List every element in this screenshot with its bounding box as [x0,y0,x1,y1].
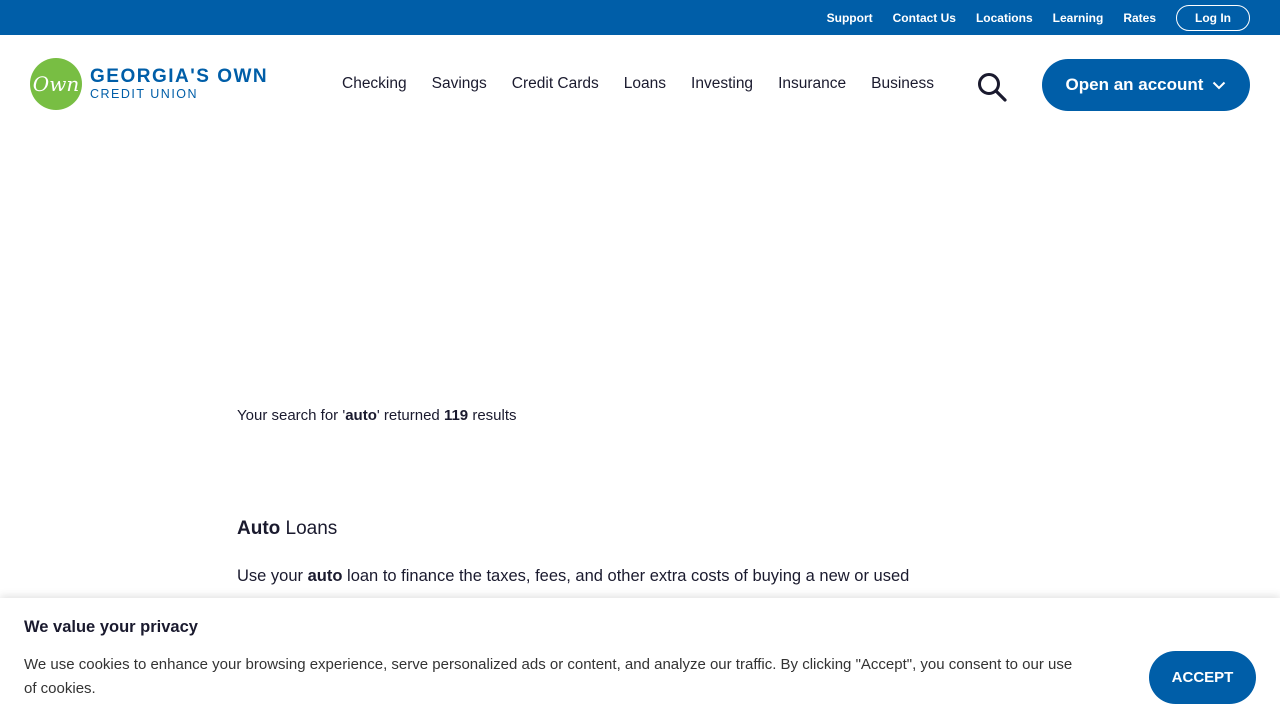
result-desc-highlight: auto [307,567,343,585]
utility-links: Support Contact Us Locations Learning Ra… [827,0,1280,35]
result-title-highlight: Auto [237,518,281,539]
summary-suffix: results [468,407,517,424]
cookie-banner-title: We value your privacy [24,618,198,636]
open-account-button[interactable]: Open an account [1042,59,1250,111]
main-header: Own GEORGIA'S OWN CREDIT UNION Checking … [0,35,1280,135]
main-nav: Checking Savings Credit Cards Loans Inve… [330,75,959,93]
result-desc-text: loan to finance the taxes, fees, and oth… [342,567,910,585]
utility-link-support[interactable]: Support [827,11,873,25]
utility-link-contact-us[interactable]: Contact Us [893,11,956,25]
nav-item-savings[interactable]: Savings [432,75,487,93]
logo[interactable]: Own GEORGIA'S OWN CREDIT UNION [30,58,268,110]
logo-mark: Own [30,58,82,110]
nav-item-credit-cards[interactable]: Credit Cards [512,75,599,93]
nav-item-investing[interactable]: Investing [691,75,753,93]
summary-middle: ' returned [376,407,444,424]
cookie-banner-text: We use cookies to enhance your browsing … [24,656,1073,697]
nav-item-checking[interactable]: Checking [342,75,407,93]
nav-item-loans[interactable]: Loans [624,75,666,93]
utility-bar: Support Contact Us Locations Learning Ra… [0,0,1280,35]
result-title-link[interactable]: Auto Loans [237,518,337,540]
result-title-text: Loans [280,518,338,539]
utility-link-rates[interactable]: Rates [1123,11,1156,25]
nav-item-insurance[interactable]: Insurance [778,75,846,93]
logo-line-2: CREDIT UNION [90,86,199,101]
accept-cookies-button[interactable]: ACCEPT [1149,651,1256,704]
result-count: 119 [443,407,469,424]
logo-line-1: GEORGIA'S OWN [90,65,269,87]
cookie-banner: We value your privacy We use cookies to … [0,598,1280,720]
nav-item-business[interactable]: Business [871,75,934,93]
open-account-label: Open an account [1065,75,1204,94]
utility-link-locations[interactable]: Locations [976,11,1033,25]
search-results-summary: Your search for 'auto' returned 119 resu… [237,407,517,424]
chevron-down-icon [1213,81,1226,89]
search-icon[interactable] [976,71,1008,103]
summary-prefix: Your search for ' [237,407,346,424]
result-description: Use your auto loan to finance the taxes,… [237,563,1027,590]
utility-link-learning[interactable]: Learning [1053,11,1104,25]
logo-wordmark: GEORGIA'S OWN CREDIT UNION [90,65,269,102]
result-desc-prefix: Use your [237,567,308,585]
search-query: auto [345,407,377,424]
login-button[interactable]: Log In [1176,4,1250,31]
